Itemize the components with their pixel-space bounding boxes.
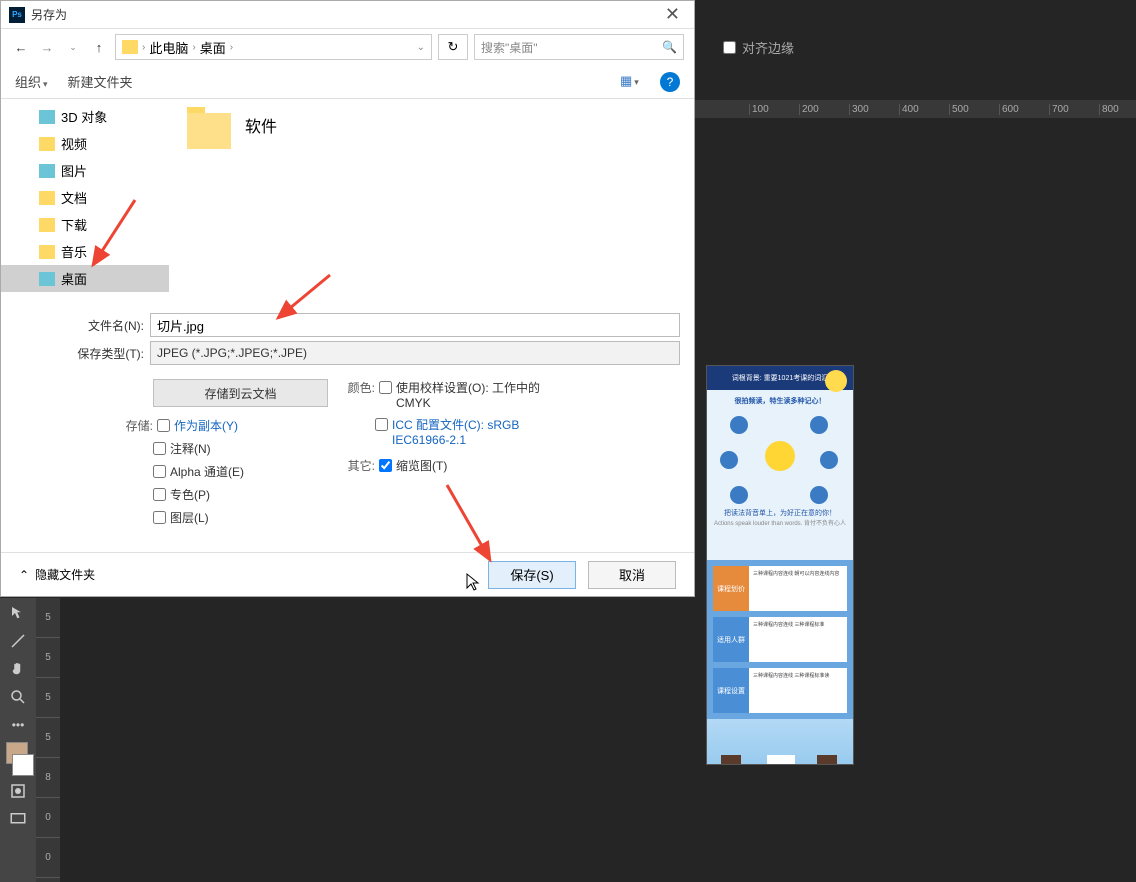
- save-as-dialog: Ps 另存为 ✕ ← → ⌄ ↑ › 此电脑 › 桌面 › ⌄ ↻ 搜索"桌面"…: [0, 0, 695, 597]
- filetype-select[interactable]: JPEG (*.JPG;*.JPEG;*.JPE): [150, 341, 680, 365]
- diagram-bulb-icon: [765, 441, 795, 471]
- new-folder-button[interactable]: 新建文件夹: [68, 72, 133, 91]
- background-color[interactable]: [12, 754, 34, 776]
- thumbnail-checkbox[interactable]: [379, 459, 392, 472]
- sidebar-item-3d[interactable]: 3D 对象: [1, 103, 169, 130]
- line-tool-icon[interactable]: [4, 628, 32, 654]
- more-tools-icon[interactable]: •••: [4, 712, 32, 738]
- as-copy-checkbox[interactable]: [157, 419, 170, 432]
- screen-mode-icon[interactable]: [4, 806, 32, 832]
- chevron-down-icon[interactable]: ⌄: [417, 42, 425, 53]
- dialog-title-text: 另存为: [31, 6, 67, 23]
- horizontal-ruler: 100 200 300 400 500 600 700 800: [695, 100, 1136, 118]
- organize-menu[interactable]: 组织▾: [15, 72, 48, 91]
- folder-icon: [122, 40, 138, 54]
- zoom-tool-icon[interactable]: [4, 684, 32, 710]
- forward-button[interactable]: →: [37, 37, 57, 57]
- proof-checkbox[interactable]: [379, 381, 392, 394]
- document-preview: 词根背景: 重要1021考课的词汇 很拍频读，特生读多种记心！ 把读法背音单上，…: [706, 365, 854, 765]
- sidebar-item-documents[interactable]: 文档: [1, 184, 169, 211]
- hand-tool-icon[interactable]: [4, 656, 32, 682]
- dialog-body: 3D 对象 视频 图片 文档 下载 音乐 桌面 软件: [1, 99, 694, 307]
- search-input[interactable]: 搜索"桌面" 🔍: [474, 34, 684, 60]
- address-breadcrumb[interactable]: › 此电脑 › 桌面 › ⌄: [115, 34, 432, 60]
- move-tool-icon[interactable]: [4, 600, 32, 626]
- dialog-titlebar: Ps 另存为 ✕: [1, 1, 694, 29]
- sidebar-item-pictures[interactable]: 图片: [1, 157, 169, 184]
- folder-content[interactable]: 软件: [169, 99, 694, 307]
- recent-dropdown[interactable]: ⌄: [63, 37, 83, 57]
- filename-label: 文件名(N):: [15, 317, 150, 334]
- filename-input[interactable]: [150, 313, 680, 337]
- align-edges-checkbox[interactable]: [723, 41, 736, 54]
- save-button[interactable]: 保存(S): [488, 561, 576, 589]
- help-button[interactable]: ?: [660, 72, 680, 92]
- close-button[interactable]: ✕: [659, 4, 686, 25]
- search-icon: 🔍: [662, 40, 677, 54]
- sidebar-item-videos[interactable]: 视频: [1, 130, 169, 157]
- form-area: 文件名(N): 保存类型(T): JPEG (*.JPG;*.JPEG;*.JP…: [1, 307, 694, 552]
- save-to-cloud-button[interactable]: 存储到云文档: [153, 379, 328, 407]
- align-edges-label: 对齐边缘: [742, 38, 794, 57]
- cancel-button[interactable]: 取消: [588, 561, 676, 589]
- layers-checkbox[interactable]: [153, 511, 166, 524]
- folder-icon: [187, 113, 231, 149]
- alpha-checkbox[interactable]: [153, 465, 166, 478]
- ps-tools-panel: •••: [0, 598, 36, 882]
- chevron-right-icon: ›: [230, 42, 233, 53]
- breadcrumb-pc[interactable]: 此电脑: [149, 38, 188, 57]
- chevron-right-icon: ›: [142, 42, 145, 53]
- filetype-label: 保存类型(T):: [15, 345, 150, 362]
- ps-app-icon: Ps: [9, 7, 25, 23]
- sidebar-item-music[interactable]: 音乐: [1, 238, 169, 265]
- navigation-row: ← → ⌄ ↑ › 此电脑 › 桌面 › ⌄ ↻ 搜索"桌面" 🔍: [1, 29, 694, 65]
- collapse-icon[interactable]: ⌃: [19, 568, 29, 582]
- toolbar-row: 组织▾ 新建文件夹 ▦▾ ?: [1, 65, 694, 99]
- up-button[interactable]: ↑: [89, 37, 109, 57]
- vertical-ruler: 5 5 5 5 8 0 0: [36, 598, 60, 882]
- breadcrumb-desktop[interactable]: 桌面: [200, 38, 226, 57]
- folder-sidebar: 3D 对象 视频 图片 文档 下载 音乐 桌面: [1, 99, 169, 307]
- ps-option-bar: 对齐边缘: [695, 32, 1136, 62]
- spot-checkbox[interactable]: [153, 488, 166, 501]
- dialog-footer: ⌃ 隐藏文件夹 保存(S) 取消: [1, 552, 694, 596]
- quick-mask-icon[interactable]: [4, 778, 32, 804]
- sidebar-item-downloads[interactable]: 下载: [1, 211, 169, 238]
- refresh-button[interactable]: ↻: [438, 34, 468, 60]
- annotations-checkbox[interactable]: [153, 442, 166, 455]
- back-button[interactable]: ←: [11, 37, 31, 57]
- chevron-right-icon: ›: [192, 42, 195, 53]
- folder-item-software[interactable]: [183, 113, 235, 293]
- view-mode-button[interactable]: ▦▾: [620, 73, 640, 91]
- bulb-icon: [825, 370, 847, 392]
- icc-checkbox[interactable]: [375, 418, 388, 431]
- hide-folders-link[interactable]: 隐藏文件夹: [35, 566, 95, 583]
- sidebar-item-desktop[interactable]: 桌面: [1, 265, 169, 292]
